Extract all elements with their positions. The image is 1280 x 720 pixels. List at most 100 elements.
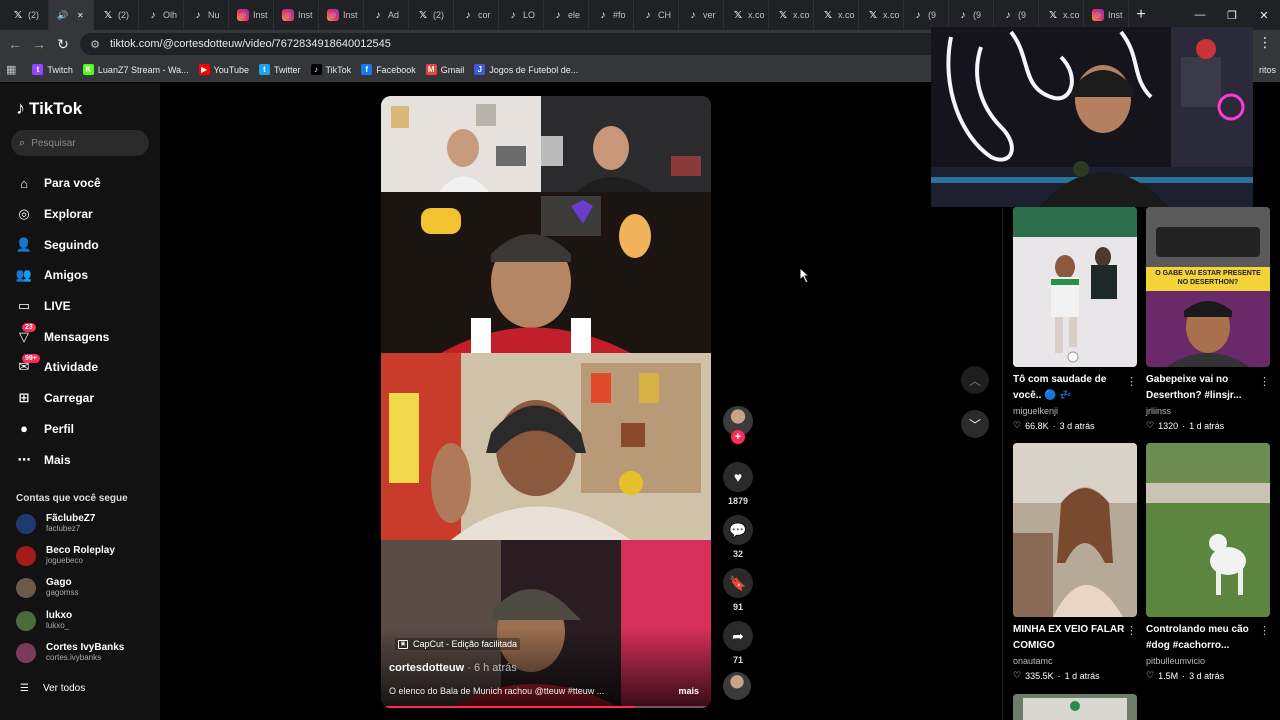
recommended-video-card[interactable]: Controlando meu cão #dog #cachorro... ⋮ …: [1146, 443, 1270, 681]
video-thumbnail[interactable]: [1013, 443, 1137, 617]
video-player[interactable]: ▣ CapCut - Edição facilitada cortesdotte…: [381, 96, 711, 708]
video-progress-bar[interactable]: [381, 706, 711, 708]
apps-grid-icon[interactable]: ▦: [6, 63, 16, 76]
card-title[interactable]: Gabepeixe vai no Deserthon? #linsjr...: [1146, 372, 1258, 404]
browser-tab[interactable]: 𝕏x.co: [724, 0, 769, 30]
video-thumbnail[interactable]: O GABE VAI ESTAR PRESENTE NO DESERTHON?: [1146, 207, 1270, 367]
card-author[interactable]: pitbulleumvicio: [1146, 656, 1270, 666]
browser-tab[interactable]: ♪ ver: [679, 0, 724, 30]
save-button[interactable]: 🔖: [723, 568, 753, 598]
next-video-button[interactable]: ﹀: [961, 410, 989, 438]
browser-tab[interactable]: ◎ Inst: [274, 0, 319, 30]
close-window-icon[interactable]: ✕: [1248, 0, 1280, 30]
browser-tab[interactable]: 🔊 ✕: [49, 0, 94, 30]
browser-tab[interactable]: ♪ CH: [634, 0, 679, 30]
bookmark-item[interactable]: f Facebook: [361, 64, 416, 75]
browser-tab[interactable]: ◎ Inst: [229, 0, 274, 30]
browser-tab[interactable]: ♪ (9: [994, 0, 1039, 30]
nav-item-compass[interactable]: ◎ Explorar: [16, 199, 109, 230]
sound-disc-icon[interactable]: [723, 672, 751, 700]
site-info-icon[interactable]: ⚙: [88, 37, 102, 51]
browser-tab[interactable]: ♪ (9: [949, 0, 994, 30]
browser-tab[interactable]: 𝕏x.co: [1039, 0, 1084, 30]
recommended-video-card[interactable]: Tô com saudade de você.. 🔵 💤 ⋮ miguelken…: [1013, 207, 1137, 431]
browser-tab[interactable]: ♪ #fo: [589, 0, 634, 30]
card-author[interactable]: miguelkenji: [1013, 406, 1137, 416]
back-icon[interactable]: ←: [3, 32, 27, 56]
browser-tab[interactable]: ♪ ele: [544, 0, 589, 30]
card-author[interactable]: jrliinss: [1146, 406, 1270, 416]
like-button[interactable]: ♥: [723, 462, 753, 492]
nav-item-friends[interactable]: 👥 Amigos: [16, 260, 109, 291]
nav-item-messages[interactable]: ▽ 23 Mensagens: [16, 321, 109, 352]
capcut-tag[interactable]: ▣ CapCut - Edição facilitada: [395, 638, 521, 650]
browser-tab[interactable]: ♪ Olh: [139, 0, 184, 30]
following-account[interactable]: Gago gagomss: [16, 577, 78, 598]
nav-item-person-follow[interactable]: 👤 Seguindo: [16, 229, 109, 260]
reload-icon[interactable]: ↻: [51, 32, 75, 56]
bookmark-item[interactable]: ♪ TikTok: [310, 64, 351, 75]
browser-tab[interactable]: ♪ (9: [904, 0, 949, 30]
bookmark-item[interactable]: t Twitch: [32, 64, 73, 75]
browser-tab[interactable]: ♪ Ad: [364, 0, 409, 30]
card-more-icon[interactable]: ⋮: [1259, 624, 1270, 637]
recommended-video-card[interactable]: O GABE VAI ESTAR PRESENTE NO DESERTHON? …: [1146, 207, 1270, 431]
bookmark-item[interactable]: M Gmail: [425, 64, 464, 75]
comment-button[interactable]: 💬: [723, 515, 753, 545]
following-account[interactable]: Beco Roleplay joguebeco: [16, 545, 115, 566]
nav-item-home[interactable]: ⌂ Para você: [16, 168, 109, 199]
card-more-icon[interactable]: ⋮: [1259, 375, 1270, 388]
caption-more-button[interactable]: mais: [678, 686, 699, 696]
video-thumbnail[interactable]: [1013, 207, 1137, 367]
card-author[interactable]: onautamc: [1013, 656, 1137, 666]
browser-tab[interactable]: 𝕏 (2): [4, 0, 49, 30]
creator-avatar[interactable]: +: [723, 406, 753, 444]
browser-tab[interactable]: 𝕏 (2): [409, 0, 454, 30]
tab-close-icon[interactable]: ✕: [77, 11, 84, 20]
nav-item-more[interactable]: ⋯ Mais: [16, 444, 109, 475]
follow-plus-icon[interactable]: +: [731, 430, 745, 444]
maximize-icon[interactable]: ❐: [1216, 0, 1248, 30]
see-all-link[interactable]: ☰ Ver todos: [20, 683, 85, 694]
nav-item-live[interactable]: ▭ LIVE: [16, 291, 109, 322]
minimize-icon[interactable]: —: [1184, 0, 1216, 30]
following-account[interactable]: Cortes IvyBanks cortes.ivybanks: [16, 642, 124, 663]
video-author-name[interactable]: cortesdotteuw: [389, 662, 464, 674]
forward-icon[interactable]: →: [27, 32, 51, 56]
other-bookmarks-label[interactable]: ritos: [1259, 58, 1280, 82]
browser-tab[interactable]: ♪ Nu: [184, 0, 229, 30]
browser-tab[interactable]: 𝕏x.co: [769, 0, 814, 30]
browser-tab[interactable]: ♪ LO: [499, 0, 544, 30]
nav-item-profile[interactable]: ● Perfil: [16, 414, 109, 445]
bookmark-item[interactable]: t Twitter: [259, 64, 301, 75]
browser-tab[interactable]: 𝕏 (2): [94, 0, 139, 30]
share-button[interactable]: ➦: [723, 621, 753, 651]
following-account[interactable]: lukxo lukxo_: [16, 610, 72, 631]
browser-menu-icon[interactable]: ⋮: [1258, 34, 1272, 51]
browser-tab[interactable]: 𝕏x.co: [859, 0, 904, 30]
card-title[interactable]: Controlando meu cão #dog #cachorro...: [1146, 622, 1258, 654]
recommended-thumbnail-partial[interactable]: [1013, 694, 1137, 720]
bookmark-item[interactable]: ▶ YouTube: [198, 64, 249, 75]
card-title[interactable]: Tô com saudade de você.. 🔵 💤: [1013, 372, 1125, 404]
card-more-icon[interactable]: ⋮: [1126, 624, 1137, 637]
bookmark-item[interactable]: K LuanZ7 Stream - Wa...: [82, 64, 189, 75]
nav-item-upload[interactable]: ⊞ Carregar: [16, 383, 109, 414]
search-input[interactable]: [31, 137, 132, 149]
recommended-video-card[interactable]: MINHA EX VEIO FALAR COMIGO ⋮ onautamc ♡ …: [1013, 443, 1137, 681]
video-author[interactable]: cortesdotteuw · 6 h atrás: [389, 662, 517, 674]
browser-tab[interactable]: 𝕏x.co: [814, 0, 859, 30]
browser-tab[interactable]: ♪ cor: [454, 0, 499, 30]
following-account[interactable]: FãclubeZ7 faclubez7: [16, 513, 95, 534]
new-tab-button[interactable]: +: [1129, 6, 1153, 24]
video-thumbnail[interactable]: [1146, 443, 1270, 617]
tiktok-logo[interactable]: ♪ TikTok: [16, 98, 82, 119]
bookmark-item[interactable]: J Jogos de Futebol de...: [474, 64, 578, 75]
card-title[interactable]: MINHA EX VEIO FALAR COMIGO: [1013, 622, 1125, 654]
card-more-icon[interactable]: ⋮: [1126, 375, 1137, 388]
browser-tab[interactable]: ◎ Inst: [319, 0, 364, 30]
nav-item-activity[interactable]: ✉ 99+ Atividade: [16, 352, 109, 383]
browser-tab[interactable]: ◎ Inst: [1084, 0, 1129, 30]
previous-video-button[interactable]: ︿: [961, 366, 989, 394]
search-box[interactable]: ⌕: [11, 130, 149, 156]
